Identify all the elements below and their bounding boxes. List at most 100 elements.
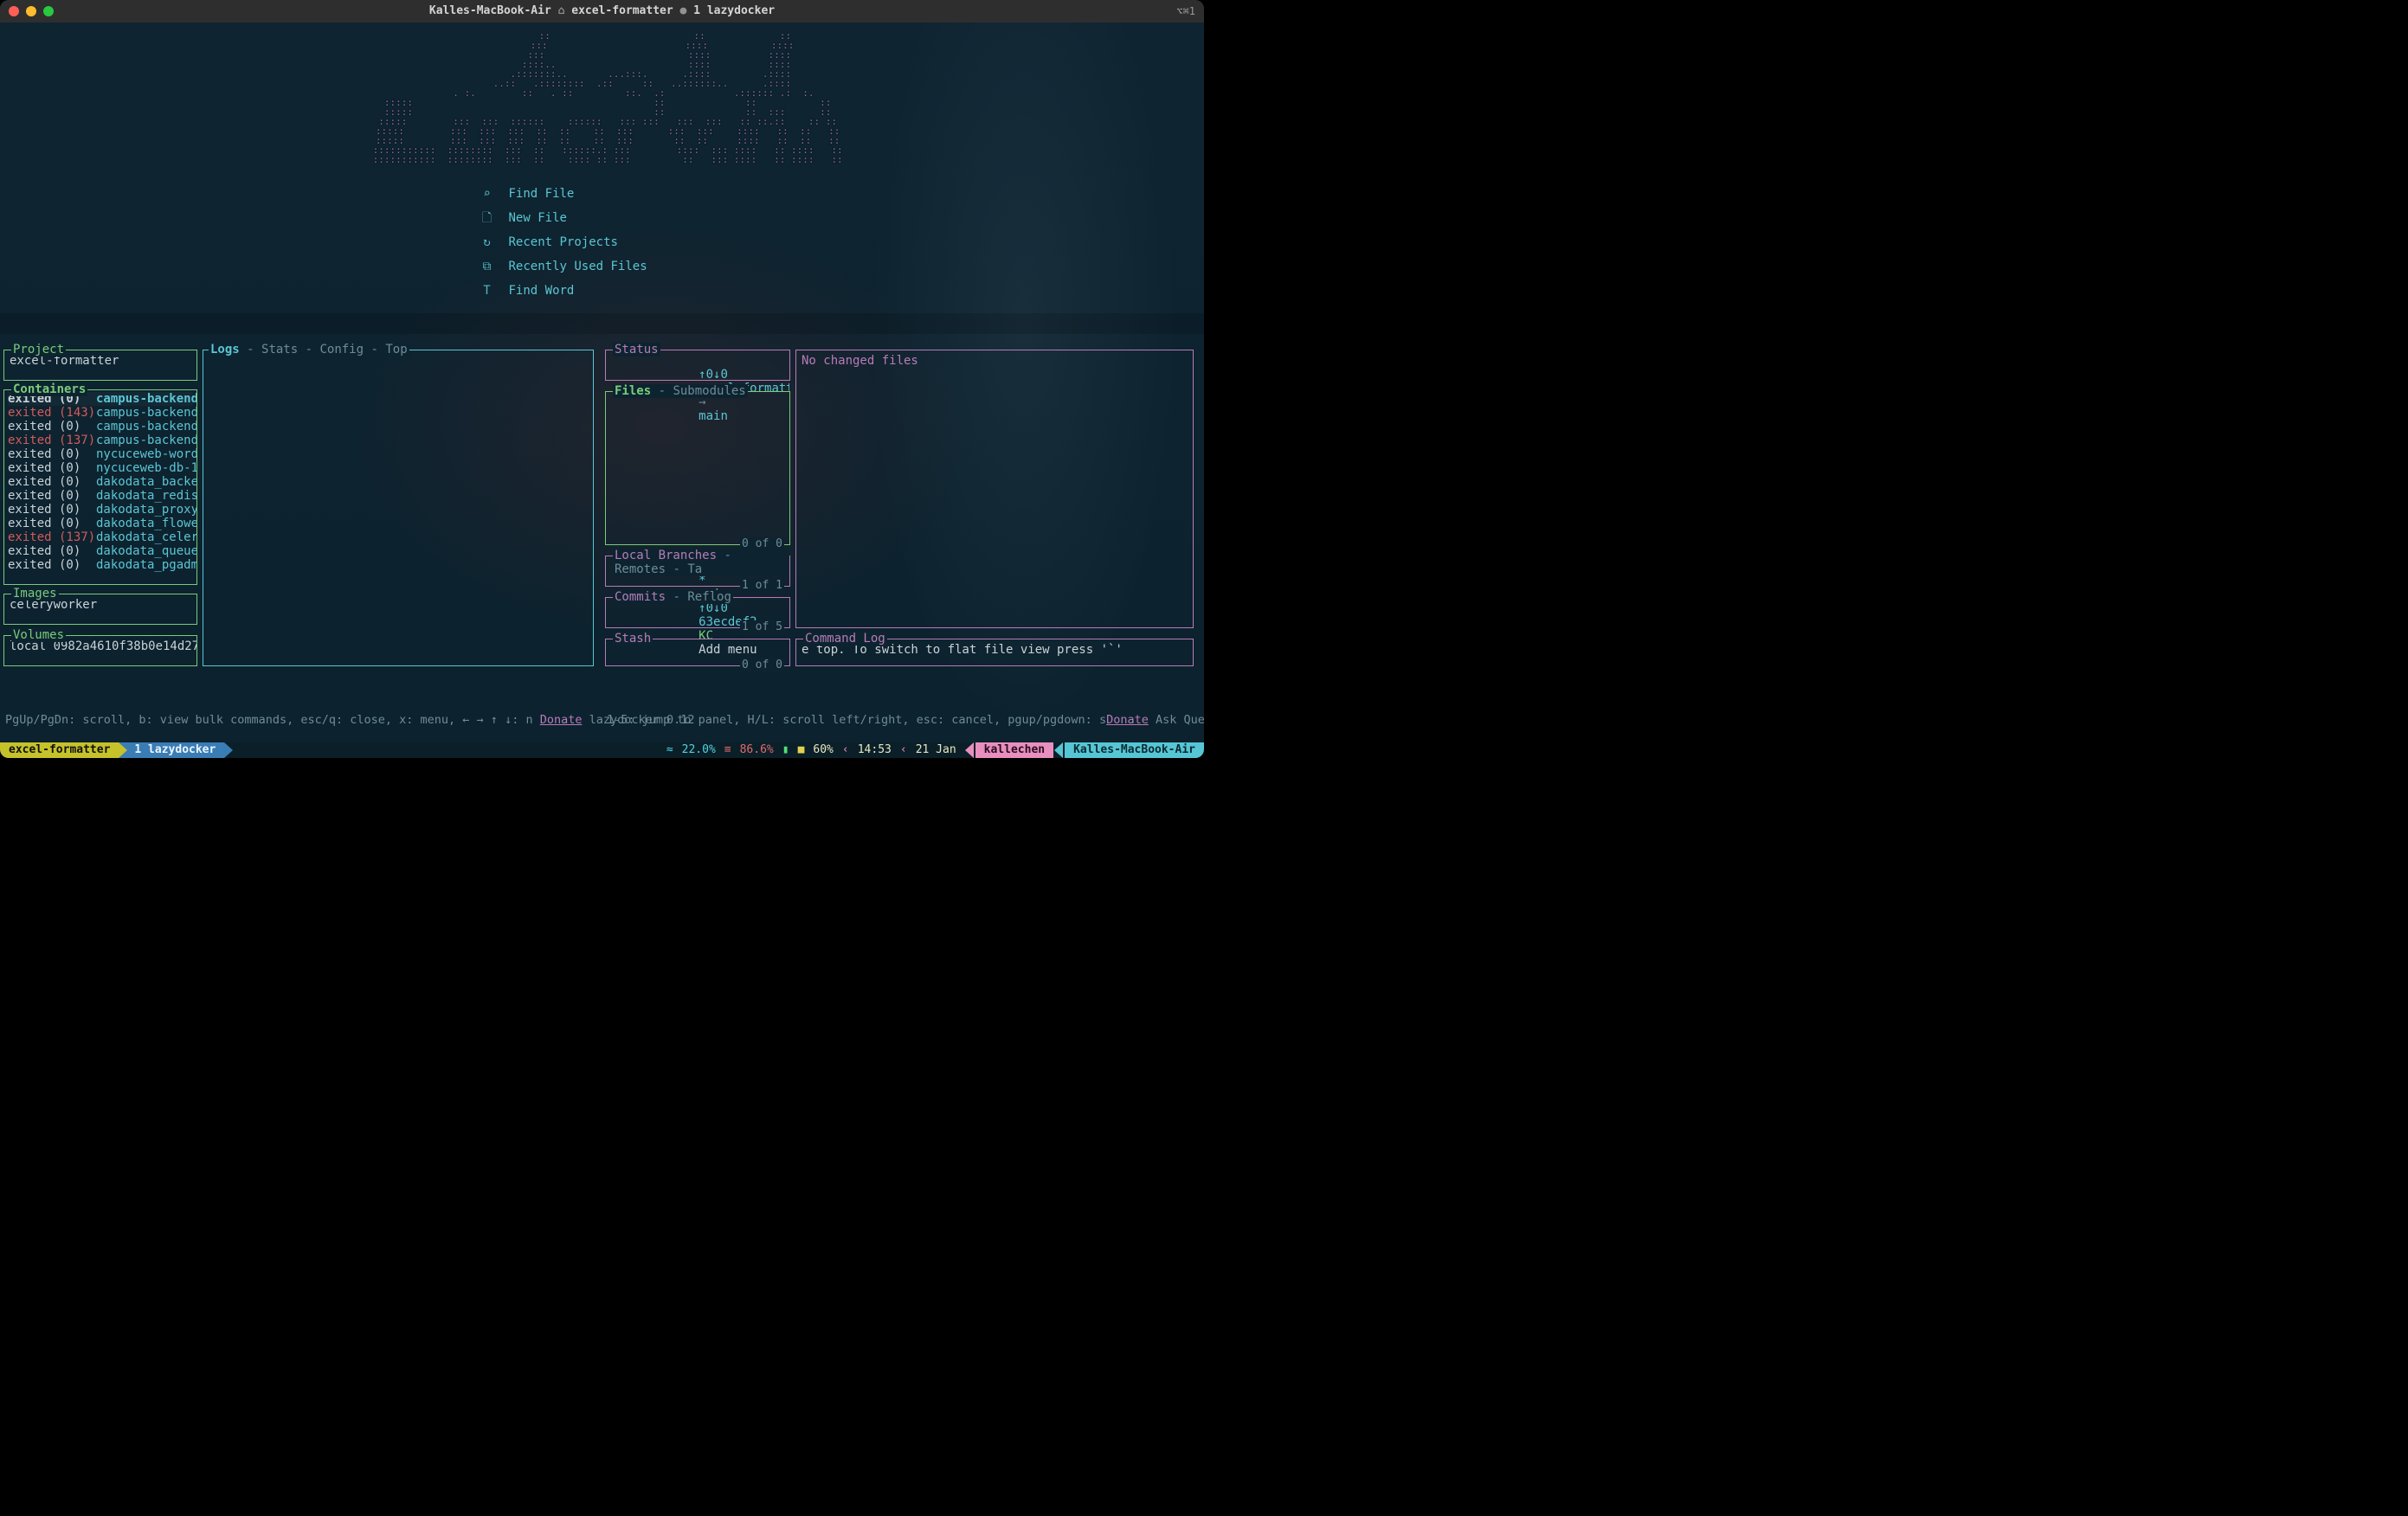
lunarvim-logo: :: :: :: ::: :::: :::: ::: :::: :::: : <box>0 31 1204 164</box>
container-status: exited (0) <box>8 489 91 503</box>
cmdlog-panel[interactable]: Command Log e top. To switch to flat fil… <box>795 639 1194 666</box>
container-status: exited (143) <box>8 406 91 420</box>
tab-tags[interactable]: Ta <box>687 562 702 576</box>
container-row[interactable]: exited (143) campus-backend-apo <box>8 406 193 420</box>
sep-icon <box>965 742 974 758</box>
inactive-band <box>0 313 1204 334</box>
tab-logs[interactable]: Logs <box>210 343 240 357</box>
container-name: dakodata_pgadmin_1 <box>96 558 196 572</box>
start-item-new-file[interactable]: 🗋New File <box>481 206 724 230</box>
sep-icon <box>224 742 233 758</box>
donate-link[interactable]: Donate <box>1106 713 1149 727</box>
container-name: dakodata_queue_1 <box>96 544 196 558</box>
container-name: nycuceweb-wordpres <box>96 447 196 461</box>
tab-reflog[interactable]: Reflog <box>687 590 731 604</box>
lazydocker-hints: PgUp/PgDn: scroll, b: view bulk commands… <box>0 711 602 727</box>
container-status: exited (0) <box>8 544 91 558</box>
tab-submodules[interactable]: Submodules <box>673 384 745 398</box>
container-row[interactable]: exited (0)nycuceweb-db-1 <box>8 461 193 475</box>
tab-top[interactable]: Top <box>385 343 407 357</box>
container-name: dakodata_flower_1 <box>96 517 196 530</box>
session-chip[interactable]: excel-formatter <box>0 742 119 758</box>
hints-spacer <box>0 727 1204 742</box>
branches-footer: 1 of 1 <box>740 579 784 593</box>
donate-link[interactable]: Donate <box>540 713 583 727</box>
container-name: campus-backend-apo <box>96 406 196 420</box>
container-status: exited (137) <box>8 434 91 447</box>
start-item-recently-used-files[interactable]: ⧉Recently Used Files <box>481 254 724 279</box>
branches-panel[interactable]: Local Branches - Remotes - Ta * main ↑0↓… <box>605 556 790 587</box>
files-panel[interactable]: Files - Submodules 0 of 0 <box>605 391 790 545</box>
window-titlebar: Kalles-MacBook-Air ⌂ excel-formatter ● 1… <box>0 0 1204 22</box>
containers-title: Containers <box>11 382 87 396</box>
containers-list[interactable]: exited (0)campus-backend-pubexited (143)… <box>4 390 196 574</box>
container-row[interactable]: exited (137)dakodata_celerywor <box>8 530 193 544</box>
volumes-panel[interactable]: Volumes local 0982a4610f38b0e14d27e707c <box>3 635 197 666</box>
containers-panel[interactable]: Containers exited (0)campus-backend-pube… <box>3 389 197 585</box>
stash-title: Stash <box>613 632 653 646</box>
container-row[interactable]: exited (0) dakodata_flower_1 <box>8 517 193 530</box>
container-name: campus-backend-pub <box>96 434 196 447</box>
mem-icon: ≡ <box>721 743 735 757</box>
main-panel[interactable]: Logs - Stats - Config - Top <box>203 350 594 666</box>
container-row[interactable]: exited (0) dakodata_queue_1 <box>8 544 193 558</box>
project-panel[interactable]: Project excel-formatter <box>3 350 197 381</box>
container-status: exited (0) <box>8 475 91 489</box>
sep-icon <box>1054 742 1063 758</box>
battery-icon: ▮ <box>779 743 793 757</box>
container-status: exited (0) <box>8 517 91 530</box>
diff-panel[interactable]: No changed files <box>795 350 1194 628</box>
volumes-title: Volumes <box>11 628 66 642</box>
commits-footer: 1 of 5 <box>740 620 784 634</box>
start-item-label: Find Word <box>509 284 575 298</box>
commits-title[interactable]: Commits <box>615 590 666 604</box>
terminal-window: Kalles-MacBook-Air ⌂ excel-formatter ● 1… <box>0 0 1204 758</box>
window-chip[interactable]: 1 lazydocker <box>119 742 224 758</box>
container-row[interactable]: exited (0) dakodata_proxy_1 <box>8 503 193 517</box>
container-status: exited (0) <box>8 558 91 572</box>
lazygit-hints: 1-5: jump to panel, H/L: scroll left/rig… <box>602 711 1204 727</box>
files-title[interactable]: Files <box>615 384 651 398</box>
container-row[interactable]: exited (0) dakodata_pgadmin_1 <box>8 558 193 572</box>
stash-panel[interactable]: Stash 0 of 0 <box>605 639 790 666</box>
container-name: nycuceweb-db-1 <box>96 461 196 475</box>
container-status: exited (0) <box>8 447 91 461</box>
hints-text: PgUp/PgDn: scroll, b: view bulk commands… <box>5 713 540 727</box>
title-host: Kalles-MacBook-Air <box>429 4 551 17</box>
title-session: 1 lazydocker <box>693 4 775 17</box>
commits-panel[interactable]: Commits - Reflog 63ecdef2 KC Add menu 1 … <box>605 597 790 628</box>
find-word-icon: T <box>481 284 493 298</box>
tab-config[interactable]: Config <box>319 343 364 357</box>
start-item-find-word[interactable]: T Find Word <box>481 279 724 303</box>
container-row[interactable]: exited (0)dakodata_backend_1 <box>8 475 193 489</box>
user-chip: kallechen <box>975 742 1053 758</box>
container-status: exited (0) <box>8 503 91 517</box>
status-metrics: ≈22.0% ≡86.6% ▮ ■ 60% ‹ 14:53 ‹ 21 Jan k… <box>663 742 1204 758</box>
container-status: exited (0) <box>8 420 91 434</box>
container-name: dakodata_proxy_1 <box>96 503 196 517</box>
container-row[interactable]: exited (137) campus-backend-pub <box>8 434 193 447</box>
branches-title[interactable]: Local Branches <box>615 549 717 562</box>
container-row[interactable]: exited (0)campus-backend-emu <box>8 420 193 434</box>
start-item-label: Find File <box>509 187 575 201</box>
container-row[interactable]: exited (0)dakodata_redis_1 <box>8 489 193 503</box>
pane-lazygit[interactable]: Status ↑0↓0 excel-formatter → main Files… <box>602 334 1204 727</box>
pane-lunarvim[interactable]: :: :: :: ::: :::: :::: ::: :::: :::: : <box>0 22 1204 334</box>
terminal-content: :: :: :: ::: :::: :::: ::: :::: :::: : <box>0 22 1204 758</box>
cmdlog-title: Command Log <box>803 632 887 646</box>
pane-lazydocker[interactable]: Project excel-formatter Containers exite… <box>0 334 602 727</box>
start-item-find-file[interactable]: ⌕ Find File <box>481 182 724 206</box>
hints-text: 1-5: jump to panel, H/L: scroll left/rig… <box>607 713 1106 727</box>
tmux-statusbar: excel-formatter 1 lazydocker ≈22.0% ≡86.… <box>0 742 1204 758</box>
container-name: dakodata_celerywor <box>96 530 196 544</box>
container-row[interactable]: exited (0) nycuceweb-wordpres <box>8 447 193 461</box>
container-name: campus-backend-pub <box>96 392 196 406</box>
tab-remotes[interactable]: Remotes <box>615 562 666 576</box>
find-file-icon: ⌕ <box>481 187 493 201</box>
status-panel[interactable]: Status ↑0↓0 excel-formatter → main <box>605 350 790 381</box>
tab-stats[interactable]: Stats <box>261 343 298 357</box>
images-panel[interactable]: Images celeryworker <box>3 594 197 625</box>
project-title: Project <box>11 343 66 357</box>
stash-footer: 0 of 0 <box>740 658 784 672</box>
start-item-recent-projects[interactable]: ↻Recent Projects <box>481 230 724 254</box>
